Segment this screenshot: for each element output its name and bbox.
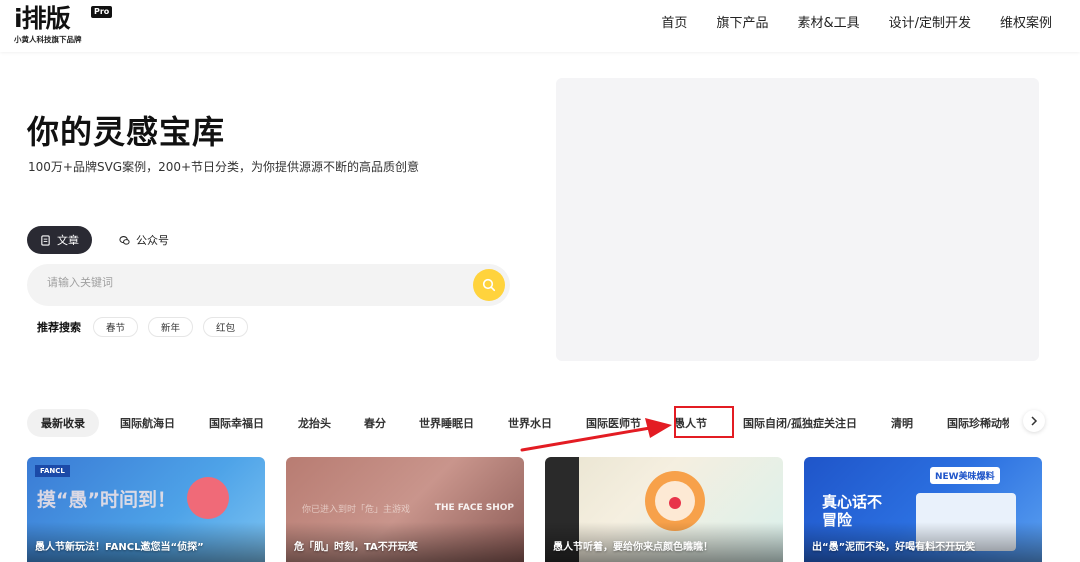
card-title: 愚人节听着，要给你来点颜色瞧瞧！ [553,542,713,553]
search-bar [27,264,510,306]
category-item[interactable]: 世界水日 [508,409,552,437]
tab-articles-label: 文章 [57,234,79,247]
nav-item-rights-cases[interactable]: 维权案例 [1000,15,1052,33]
page-subtitle: 100万+品牌SVG案例，200+节日分类，为你提供源源不断的高品质创意 [28,160,420,174]
article-card[interactable]: 你已进入到时「危」主游戏 THE FACE SHOP 危「肌」时刻，TA不开玩笑 [286,457,524,562]
card-art-text: 摸“愚”时间到！ [37,489,176,511]
card-brand-badge: NEW美味爆料 [930,467,1000,484]
logo-text: i排版 [14,4,71,33]
category-item[interactable]: 国际自闭/孤独症关注日 [743,409,857,437]
tab-official-accounts-label: 公众号 [136,234,169,247]
nav-item-materials-tools[interactable]: 素材&工具 [797,15,859,33]
logo-subtitle: 小黄人科技旗下品牌 [14,35,82,44]
article-card[interactable]: 愚人节听着，要给你来点颜色瞧瞧！ [545,457,783,562]
category-item[interactable]: 清明 [891,409,913,437]
nav-item-design-dev[interactable]: 设计/定制开发 [889,15,971,33]
category-latest[interactable]: 最新收录 [27,409,99,437]
recommended-tag[interactable]: 红包 [203,317,249,337]
main-nav: 首页 旗下产品 素材&工具 设计/定制开发 维权案例 [661,15,1052,33]
search-icon [482,278,496,292]
wechat-icon [119,235,130,245]
clown-nose-graphic [187,477,229,519]
category-item[interactable]: 国际航海日 [120,409,175,437]
page-title: 你的灵感宝库 [27,113,226,151]
card-title: 愚人节新玩法！FANCL邀您当“侦探” [35,542,204,553]
nav-item-products[interactable]: 旗下产品 [716,15,768,33]
recommended-tag[interactable]: 新年 [148,317,194,337]
recommended-label: 推荐搜索 [37,321,81,334]
category-item[interactable]: 春分 [364,409,386,437]
category-next-button[interactable] [1023,410,1045,432]
brand-logo[interactable]: i排版 Pro 小黄人科技旗下品牌 [14,4,113,44]
tab-articles[interactable]: 文章 [27,226,92,254]
card-art-text: 你已进入到时「危」主游戏 [302,505,411,515]
category-item[interactable]: 龙抬头 [298,409,331,437]
search-input[interactable] [47,276,447,289]
festival-category-bar: 最新收录 国际航海日 国际幸福日 龙抬头 春分 世界睡眠日 世界水日 国际医师节… [27,408,1047,438]
search-button[interactable] [473,269,505,301]
article-card-list: FANCL 摸“愚”时间到！ 愚人节新玩法！FANCL邀您当“侦探” 你已进入到… [27,457,1042,562]
logo-pro-badge: Pro [91,6,113,18]
recommended-searches: 推荐搜索 春节 新年 红包 [37,317,249,337]
search-type-tabs: 文章 公众号 [27,226,182,254]
nav-item-home[interactable]: 首页 [661,15,687,33]
chevron-right-icon [1031,416,1038,426]
category-item[interactable]: 世界睡眠日 [419,409,474,437]
tab-official-accounts[interactable]: 公众号 [106,226,182,254]
highlight-annotation-box [674,406,734,438]
category-item[interactable]: 国际珍稀动物 [947,409,1009,437]
hero-banner[interactable] [556,78,1039,361]
article-card[interactable]: FANCL 摸“愚”时间到！ 愚人节新玩法！FANCL邀您当“侦探” [27,457,265,562]
category-item[interactable]: 国际医师节 [586,409,641,437]
recommended-tag[interactable]: 春节 [93,317,139,337]
article-card[interactable]: NEW美味爆料 真心话不冒险 出“愚”泥而不染，好喝有料不开玩笑 [804,457,1042,562]
category-item[interactable]: 国际幸福日 [209,409,264,437]
card-brand-badge: THE FACE SHOP [434,503,514,513]
card-brand-badge: FANCL [35,465,70,477]
clown-nose-graphic [669,497,681,509]
document-icon [41,234,50,246]
card-title: 危「肌」时刻，TA不开玩笑 [294,542,418,553]
card-title: 出“愚”泥而不染，好喝有料不开玩笑 [812,542,976,553]
top-header: i排版 Pro 小黄人科技旗下品牌 首页 旗下产品 素材&工具 设计/定制开发 … [0,0,1080,52]
